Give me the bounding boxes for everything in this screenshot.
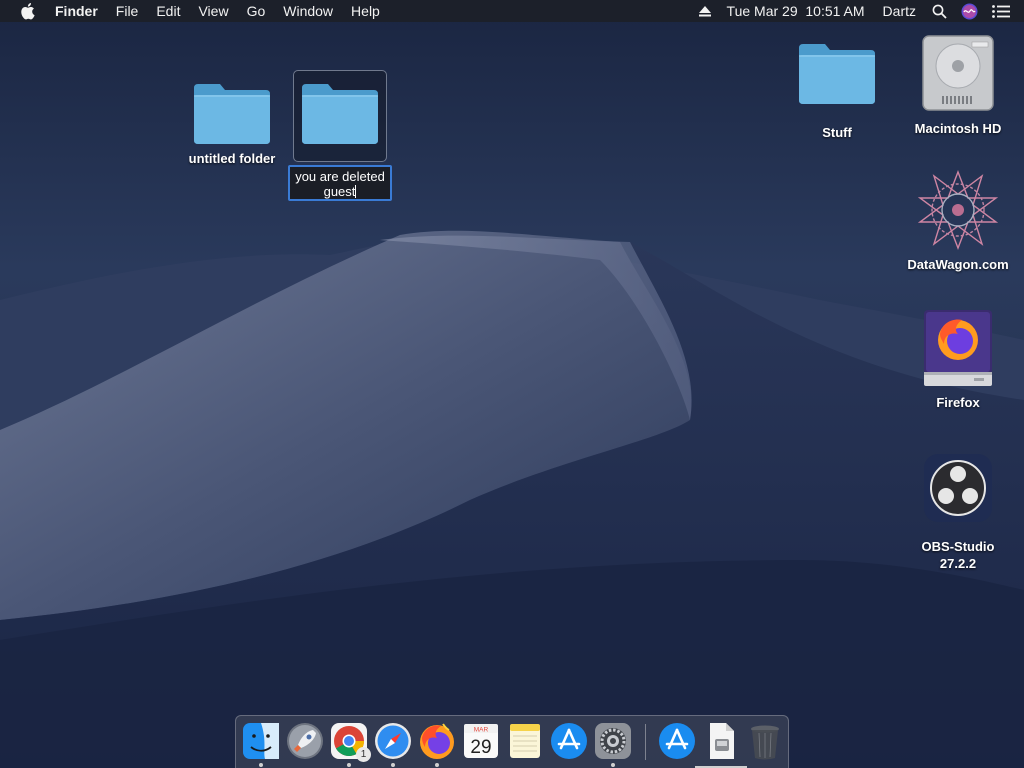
menu-window[interactable]: Window [274,0,342,22]
desktop-icon-label: Stuff [822,125,852,140]
trash-icon [751,725,779,760]
desktop-icon-renaming-folder[interactable] [285,80,395,146]
calendar-month: MAR [474,727,489,734]
obs-studio-icon [924,454,992,522]
folder-rename-field[interactable]: you are deleted guest [288,165,392,201]
desktop-icon-label: Firefox [936,395,980,410]
app-store-icon [551,723,587,759]
desktop-icon-label: DataWagon.com [907,257,1009,272]
rename-text-line-2: guest [323,184,356,199]
dock-system-preferences[interactable] [593,721,633,767]
apple-menu-icon[interactable] [20,2,36,20]
dock: 1 MAR 29 [235,715,789,768]
firefox-icon [420,723,454,759]
calendar-day: 29 [470,737,491,758]
dock-separator [645,724,646,760]
calendar-icon: MAR 29 [464,724,498,758]
desktop-icon-label: untitled folder [188,151,276,166]
folder-icon [799,44,875,104]
desktop-icon-label: OBS-Studio 27.2.2 [921,539,995,571]
dock-downloads-stack[interactable] [657,721,697,761]
notification-center-icon[interactable] [985,0,1024,22]
firefox-disk-image-icon [924,310,992,386]
dock-chrome[interactable]: 1 [329,721,371,767]
running-indicator [435,763,439,767]
dock-finder[interactable] [241,721,281,767]
menubar-clock[interactable]: Tue Mar 29 10:51 AM [718,0,874,22]
hard-drive-icon [922,35,994,111]
menu-finder[interactable]: Finder [46,0,107,22]
menu-go[interactable]: Go [238,0,275,22]
running-indicator [347,763,351,767]
folder-icon [302,84,378,144]
dock-notes[interactable] [505,721,545,761]
running-indicator [391,763,395,767]
running-indicator [259,763,263,767]
dock-firefox[interactable] [417,721,457,767]
gear-icon [595,723,631,759]
desktop-icon-label: Macintosh HD [914,121,1002,136]
finder-icon [243,723,279,759]
safari-compass-icon [375,723,411,759]
dock-safari[interactable] [373,721,413,767]
menubar-user[interactable]: Dartz [874,0,925,22]
text-caret [355,185,357,198]
chrome-badge: 1 [356,747,371,762]
dock-app-store[interactable] [549,721,589,761]
desktop-icon-firefox-volume[interactable]: Firefox [903,310,1013,411]
folder-icon [194,84,270,144]
desktop-icon-untitled-folder[interactable]: untitled folder [177,80,287,167]
document-icon [710,723,734,759]
rename-text-line-1: you are deleted [295,169,385,184]
menu-bar: Finder File Edit View Go Window Help Tue… [0,0,1024,22]
siri-icon[interactable] [954,0,985,22]
menu-help[interactable]: Help [342,0,389,22]
desktop-icon-obs-studio[interactable]: OBS-Studio 27.2.2 [903,452,1013,572]
desktop-icon-macintosh-hd[interactable]: Macintosh HD [903,34,1013,137]
spotlight-search-icon[interactable] [925,0,954,22]
downloads-app-store-icon [659,723,695,759]
desktop-icon-stuff[interactable]: Stuff [782,40,892,141]
dock-trash[interactable] [745,721,785,761]
launchpad-rocket-icon [287,723,323,759]
running-indicator [611,763,615,767]
desktop-icon-datawagon[interactable]: DataWagon.com [903,170,1013,273]
dock-calendar[interactable]: MAR 29 [461,721,501,761]
eject-icon[interactable] [692,0,718,22]
dock-launchpad[interactable] [285,721,325,761]
notes-icon [510,724,540,758]
dock-document-stack[interactable] [695,721,747,768]
menu-view[interactable]: View [189,0,237,22]
menu-file[interactable]: File [107,0,148,22]
datawagon-logo-icon [917,170,999,250]
menu-edit[interactable]: Edit [147,0,189,22]
